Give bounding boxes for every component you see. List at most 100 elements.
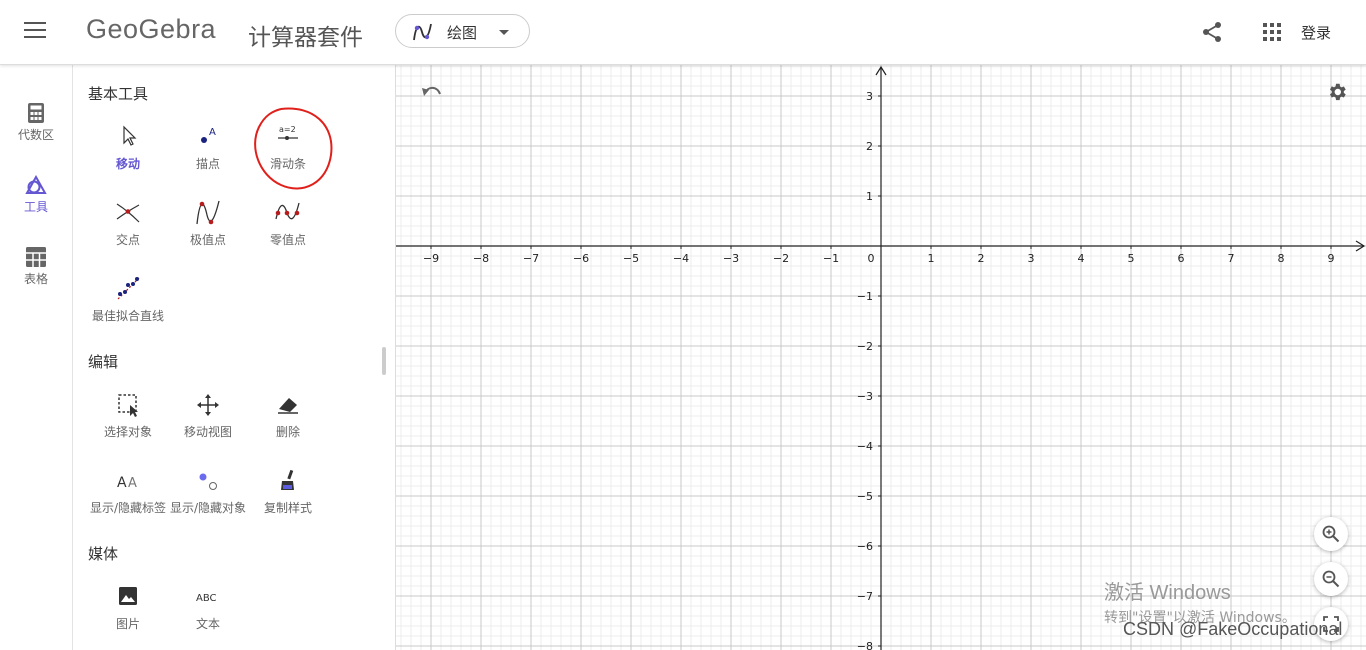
x-tick-label: −7 <box>523 252 539 265</box>
apps-grid-icon[interactable] <box>1263 23 1281 41</box>
tool-point[interactable]: A 描点 <box>168 123 248 183</box>
y-tick-label: −5 <box>857 490 873 503</box>
x-tick-label: 4 <box>1078 252 1085 265</box>
rail-item-algebra[interactable]: 代数区 <box>0 103 72 159</box>
y-tick-label: −3 <box>857 390 873 403</box>
watermark-line1: 激活 Windows <box>1104 582 1231 604</box>
svg-text:ABC: ABC <box>196 593 217 604</box>
intersect-icon <box>116 203 140 223</box>
zoom-in-button[interactable] <box>1314 517 1348 551</box>
y-tick-label: 2 <box>866 140 873 153</box>
tool-roots[interactable]: 零值点 <box>248 199 328 259</box>
cursor-arrow-icon <box>123 125 137 146</box>
x-tick-label: 5 <box>1128 252 1135 265</box>
move-arrows-icon <box>197 394 219 416</box>
undo-icon[interactable] <box>420 83 442 101</box>
tool-move[interactable]: 移动 <box>88 123 168 183</box>
panel-resize-handle[interactable] <box>382 347 386 375</box>
share-icon[interactable] <box>1201 21 1223 43</box>
best-fit-line-icon <box>117 277 140 300</box>
tools-panel: 基本工具 移动 A 描点 a=2 滑动条 交点 极值点 零值点 最佳拟合直线 编… <box>73 65 396 650</box>
rail-label-table: 表格 <box>23 272 48 286</box>
roots-icon <box>275 202 300 220</box>
extremum-icon <box>196 200 220 225</box>
graphing-icon <box>413 23 432 41</box>
point-icon: A <box>201 127 216 143</box>
y-tick-label: 3 <box>866 90 873 103</box>
x-tick-label: −1 <box>823 252 839 265</box>
x-tick-label: −3 <box>723 252 739 265</box>
y-tick-label: −8 <box>857 640 873 650</box>
x-tick-label: 6 <box>1178 252 1185 265</box>
tool-image[interactable]: 图片 <box>88 583 168 643</box>
slider-icon: a=2 <box>278 125 298 140</box>
show-hide-object-icon <box>199 473 217 490</box>
zoom-out-icon <box>1322 570 1340 588</box>
tool-show-hide-object[interactable]: 显示/隐藏对象 <box>168 467 248 527</box>
app-selector-dropdown[interactable]: 绘图 <box>395 14 530 48</box>
paint-brush-icon <box>281 469 294 490</box>
x-tick-label: 8 <box>1278 252 1285 265</box>
image-icon <box>119 587 137 605</box>
svg-text:A: A <box>117 475 127 491</box>
x-tick-label: 2 <box>978 252 985 265</box>
tool-best-fit-line[interactable]: 最佳拟合直线 <box>88 275 168 335</box>
table-icon <box>26 247 46 267</box>
section-basic-tools: 基本工具 <box>88 85 149 103</box>
tool-show-hide-label[interactable]: A A 显示/隐藏标签 <box>88 467 168 527</box>
chevron-down-icon <box>499 30 509 35</box>
x-tick-label: 1 <box>928 252 935 265</box>
geogebra-logo: GeoGebra <box>86 14 217 44</box>
rail-label-algebra: 代数区 <box>17 128 54 142</box>
tool-select-objects[interactable]: 选择对象 <box>88 391 168 451</box>
zoom-in-icon <box>1322 525 1340 543</box>
x-tick-label: 9 <box>1328 252 1335 265</box>
calculator-icon <box>28 103 44 123</box>
zoom-out-button[interactable] <box>1314 562 1348 596</box>
tools-icon <box>25 175 47 194</box>
gear-icon[interactable] <box>1326 81 1348 103</box>
x-tick-label: 0 <box>868 252 875 265</box>
login-button[interactable]: 登录 <box>1301 22 1331 43</box>
y-tick-label: −4 <box>857 440 873 453</box>
x-tick-label: −4 <box>673 252 689 265</box>
label-aa-icon: A A <box>117 475 137 491</box>
navigation-rail: 代数区 工具 表格 <box>0 65 73 650</box>
tool-extremum[interactable]: 极值点 <box>168 199 248 259</box>
rail-item-table[interactable]: 表格 <box>0 247 72 303</box>
tool-delete[interactable]: 删除 <box>248 391 328 451</box>
section-media: 媒体 <box>88 545 119 563</box>
tool-copy-style[interactable]: 复制样式 <box>248 467 328 527</box>
csdn-credit: CSDN @FakeOccupational <box>1123 619 1343 639</box>
y-tick-label: −1 <box>857 290 873 303</box>
svg-text:a=2: a=2 <box>279 125 296 134</box>
x-tick-label: −2 <box>773 252 789 265</box>
graphics-view[interactable]: −9 −8 −7 −6 −5 −4 −3 −2 −1 0 1 2 3 4 5 6 7 8 9 3 2 1 −1 −2 −3 −4 −… <box>396 65 1366 650</box>
menu-icon[interactable] <box>24 22 46 40</box>
tool-intersect[interactable]: 交点 <box>88 199 168 259</box>
x-tick-label: 7 <box>1228 252 1235 265</box>
y-tick-label: −6 <box>857 540 873 553</box>
rail-label-tools: 工具 <box>23 200 48 214</box>
y-tick-label: 1 <box>866 190 873 203</box>
svg-text:A: A <box>128 476 137 491</box>
coordinate-grid[interactable]: −9 −8 −7 −6 −5 −4 −3 −2 −1 0 1 2 3 4 5 6 7 8 9 3 2 1 −1 −2 −3 −4 −… <box>396 65 1366 650</box>
rail-item-tools[interactable]: 工具 <box>0 175 72 231</box>
top-app-bar: GeoGebra 计算器套件 绘图 登录 <box>0 0 1366 65</box>
eraser-icon <box>278 398 298 414</box>
x-tick-label: −9 <box>423 252 439 265</box>
suite-title: 计算器套件 <box>248 25 363 51</box>
tool-slider[interactable]: a=2 滑动条 <box>248 123 328 183</box>
x-tick-label: −6 <box>573 252 589 265</box>
section-edit: 编辑 <box>88 353 119 371</box>
x-tick-label: −5 <box>623 252 639 265</box>
tool-text[interactable]: ABC 文本 <box>168 583 248 643</box>
text-abc-icon: ABC <box>196 593 217 604</box>
svg-text:A: A <box>209 127 216 138</box>
y-tick-label: −2 <box>857 340 873 353</box>
y-tick-label: −7 <box>857 590 873 603</box>
x-tick-label: 3 <box>1028 252 1035 265</box>
select-box-icon <box>118 394 138 417</box>
app-selector-label: 绘图 <box>447 24 478 42</box>
tool-move-view[interactable]: 移动视图 <box>168 391 248 451</box>
